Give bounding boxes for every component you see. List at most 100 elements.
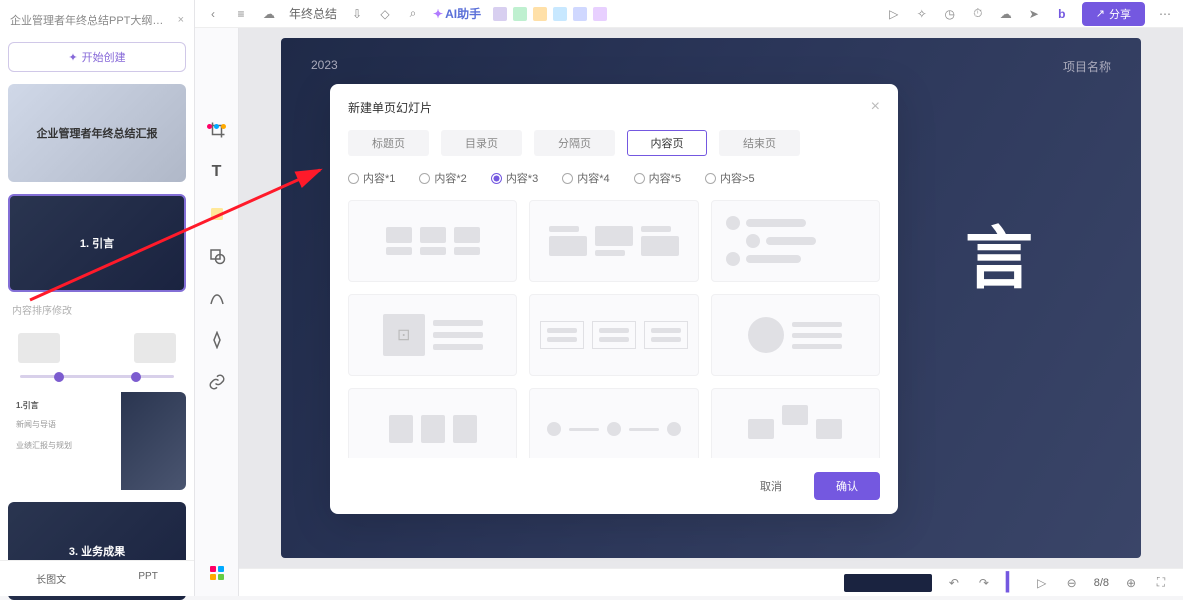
present-icon[interactable]: ▷: [1034, 575, 1050, 591]
modal-tab-toc[interactable]: 目录页: [441, 130, 522, 156]
template-option-5[interactable]: [529, 294, 698, 376]
modal-footer: 取消 确认: [348, 458, 880, 500]
timer-icon[interactable]: ⏱: [970, 6, 986, 22]
shape-icon[interactable]: [207, 246, 227, 266]
history-icon[interactable]: ◷: [942, 6, 958, 22]
slide-3-text-area: 1.引言 新闻与导语 业绩汇报与规划: [8, 392, 121, 490]
template-option-9[interactable]: [711, 388, 880, 458]
cloud-save-icon[interactable]: ☁: [998, 6, 1014, 22]
template-option-7[interactable]: [348, 388, 517, 458]
theme-color-chips: [493, 7, 607, 21]
effects-icon[interactable]: ✧: [914, 6, 930, 22]
modal-radio-row: 内容*1 内容*2 内容*3 内容*4 内容*5 内容>5: [348, 170, 880, 186]
crop-icon[interactable]: [207, 120, 227, 140]
slide-project-name: 项目名称: [1063, 58, 1111, 75]
layout-option-1[interactable]: [18, 333, 60, 363]
close-icon[interactable]: ×: [178, 14, 184, 26]
send-icon[interactable]: ➤: [1026, 6, 1042, 22]
color-grid-icon[interactable]: [210, 566, 224, 580]
more-icon[interactable]: ⋯: [1157, 6, 1173, 22]
zoom-in-icon[interactable]: ⊕: [1123, 575, 1139, 591]
ai-sparkle-icon: ✦: [433, 7, 443, 21]
left-panel-bottom-tabs: 长图文 PPT: [0, 560, 194, 596]
slide-2-title: 1. 引言: [80, 235, 114, 251]
modal-tab-content[interactable]: 内容页: [627, 130, 707, 156]
new-create-label: 开始创建: [82, 49, 126, 65]
template-option-8[interactable]: [529, 388, 698, 458]
menu-icon[interactable]: ≡: [233, 6, 249, 22]
cursor-icon[interactable]: ▎: [1006, 572, 1020, 593]
slider-handle-left[interactable]: [54, 372, 64, 382]
section-label: 内容排序修改: [8, 292, 186, 319]
share-icon: ↗: [1096, 7, 1105, 20]
document-title-bar: 企业管理者年终总结PPT大纲… ×: [8, 8, 186, 32]
slider-handle-right[interactable]: [131, 372, 141, 382]
template-grid: ⊡: [348, 200, 880, 458]
slide-1-title: 企业管理者年终总结汇报: [37, 125, 158, 141]
range-slider[interactable]: [20, 375, 174, 378]
search-icon[interactable]: ⌕: [405, 6, 421, 22]
palette-icon[interactable]: [207, 124, 226, 129]
chip-3[interactable]: [533, 7, 547, 21]
page-indicator: 8/8: [1094, 577, 1109, 589]
top-toolbar: ‹ ≡ ☁ 年终总结 ⇩ ◇ ⌕ ✦ AI助手 ▷ ✧ ◷ ⏱ ☁ ➤ b ↗ …: [195, 0, 1183, 28]
modal-tab-end[interactable]: 结束页: [719, 130, 800, 156]
share-button[interactable]: ↗ 分享: [1082, 2, 1145, 26]
back-icon[interactable]: ‹: [205, 6, 221, 22]
radio-content-4[interactable]: 内容*4: [562, 170, 609, 186]
modal-title: 新建单页幻灯片: [348, 99, 432, 116]
link-icon[interactable]: [207, 372, 227, 392]
fullscreen-icon[interactable]: ⛶: [1153, 575, 1169, 591]
cancel-button[interactable]: 取消: [738, 472, 804, 500]
cloud-icon[interactable]: ☁: [261, 6, 277, 22]
zoom-out-icon[interactable]: ⊖: [1064, 575, 1080, 591]
template-option-1[interactable]: [348, 200, 517, 282]
logo-icon[interactable]: b: [1054, 6, 1070, 22]
curve-icon[interactable]: [207, 288, 227, 308]
download-icon[interactable]: ⇩: [349, 6, 365, 22]
layout-option-2[interactable]: [134, 333, 176, 363]
tag-icon[interactable]: ◇: [377, 6, 393, 22]
doc-name: 年终总结: [289, 5, 337, 22]
radio-content-1[interactable]: 内容*1: [348, 170, 395, 186]
mini-slide-preview[interactable]: [844, 574, 932, 592]
template-option-3[interactable]: [711, 200, 880, 282]
radio-content-5[interactable]: 内容*5: [634, 170, 681, 186]
pen-icon[interactable]: [207, 330, 227, 350]
chip-2[interactable]: [513, 7, 527, 21]
tab-longform[interactable]: 长图文: [36, 571, 66, 586]
chip-6[interactable]: [593, 7, 607, 21]
note-icon[interactable]: [207, 204, 227, 224]
radio-content-gt5[interactable]: 内容>5: [705, 170, 755, 186]
text-icon[interactable]: T: [207, 162, 227, 182]
tool-rail: T: [195, 0, 239, 596]
document-title: 企业管理者年终总结PPT大纲…: [10, 12, 163, 28]
slide-year: 2023: [311, 58, 338, 72]
confirm-button[interactable]: 确认: [814, 472, 880, 500]
chip-5[interactable]: [573, 7, 587, 21]
slide-3-image-area: [121, 392, 186, 490]
slide-outline-panel: 企业管理者年终总结PPT大纲… × ✦ 开始创建 企业管理者年终总结汇报 1. …: [0, 0, 195, 596]
ai-helper-button[interactable]: ✦ AI助手: [433, 5, 481, 22]
template-option-4[interactable]: ⊡: [348, 294, 517, 376]
radio-content-3[interactable]: 内容*3: [491, 170, 538, 186]
bottom-status-bar: ↶ ↷ ▎ ▷ ⊖ 8/8 ⊕ ⛶: [239, 568, 1183, 596]
modal-close-icon[interactable]: ×: [871, 98, 880, 116]
new-create-button[interactable]: ✦ 开始创建: [8, 42, 186, 72]
template-option-2[interactable]: [529, 200, 698, 282]
template-option-6[interactable]: [711, 294, 880, 376]
chip-1[interactable]: [493, 7, 507, 21]
modal-tab-divider[interactable]: 分隔页: [534, 130, 615, 156]
chip-4[interactable]: [553, 7, 567, 21]
slide-thumbnail-2[interactable]: 1. 引言: [8, 194, 186, 292]
modal-tab-row: 标题页 目录页 分隔页 内容页 结束页: [348, 130, 880, 156]
modal-tab-title[interactable]: 标题页: [348, 130, 429, 156]
radio-content-2[interactable]: 内容*2: [419, 170, 466, 186]
tab-ppt[interactable]: PPT: [138, 571, 157, 586]
undo-icon[interactable]: ↶: [946, 575, 962, 591]
slide-thumbnail-1[interactable]: 企业管理者年终总结汇报: [8, 84, 186, 182]
slide-thumbnail-3[interactable]: 1.引言 新闻与导语 业绩汇报与规划: [8, 392, 186, 490]
play-icon[interactable]: ▷: [886, 6, 902, 22]
sparkle-icon: ✦: [68, 51, 77, 64]
redo-icon[interactable]: ↷: [976, 575, 992, 591]
